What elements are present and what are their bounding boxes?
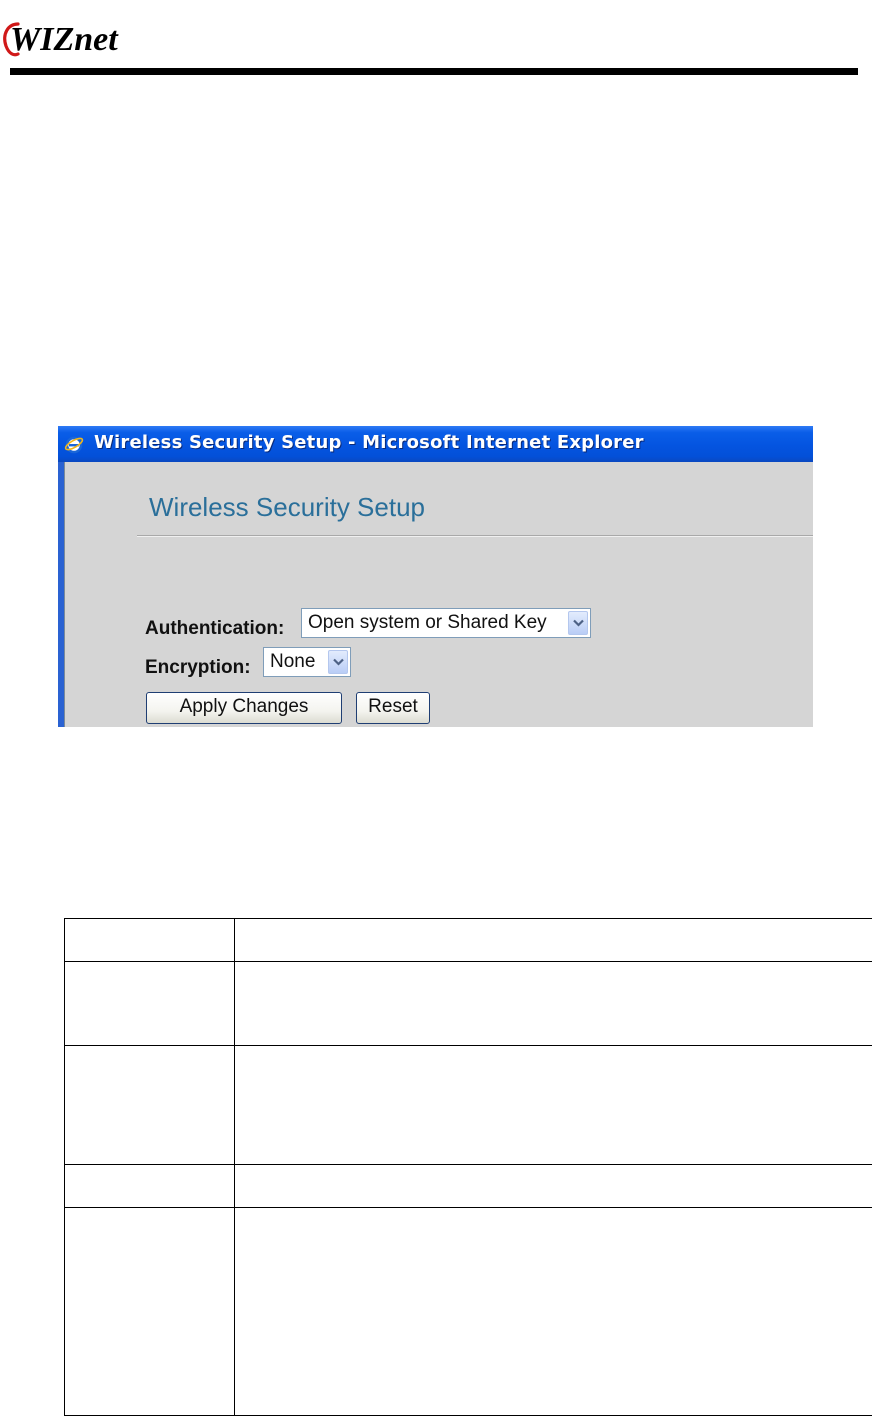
window-titlebar: Wireless Security Setup - Microsoft Inte…: [58, 426, 813, 462]
reset-button[interactable]: Reset: [356, 692, 430, 724]
table-cell: [234, 918, 872, 962]
encryption-label: Encryption:: [145, 657, 251, 678]
table-row: [64, 1045, 872, 1165]
wiznet-logo: WIZnet: [0, 10, 160, 60]
header-rule: [10, 68, 858, 75]
logo-text: WIZnet: [10, 21, 119, 58]
table-cell: [234, 1045, 872, 1165]
table-row: [64, 961, 872, 1046]
window-title: Wireless Security Setup - Microsoft Inte…: [94, 432, 644, 453]
window-left-border: [58, 462, 65, 727]
table-cell: [64, 918, 235, 962]
apply-changes-button[interactable]: Apply Changes: [146, 692, 342, 724]
table-cell: [64, 961, 235, 1046]
table-cell: [234, 1164, 872, 1208]
table-cell: [64, 1207, 235, 1416]
table-row: [64, 1207, 872, 1416]
authentication-selected-value: Open system or Shared Key: [308, 612, 547, 633]
page-title: Wireless Security Setup: [149, 492, 425, 522]
authentication-select[interactable]: Open system or Shared Key: [301, 608, 591, 638]
ie-window-screenshot: Wireless Security Setup - Microsoft Inte…: [58, 426, 813, 727]
encryption-selected-value: None: [270, 651, 316, 672]
settings-description-table: [64, 918, 872, 1416]
chevron-down-icon[interactable]: [328, 650, 348, 674]
authentication-label: Authentication:: [145, 618, 285, 639]
chevron-down-icon[interactable]: [568, 611, 588, 635]
window-content: Wireless Security Setup Authentication: …: [65, 462, 813, 727]
table-cell: [64, 1045, 235, 1165]
encryption-select[interactable]: None: [263, 647, 351, 677]
table-cell: [64, 1164, 235, 1208]
table-cell: [234, 961, 872, 1046]
table-row: [64, 918, 872, 962]
internet-explorer-icon: [64, 434, 84, 454]
table-row: [64, 1164, 872, 1208]
table-cell: [234, 1207, 872, 1416]
heading-divider: [137, 535, 813, 537]
